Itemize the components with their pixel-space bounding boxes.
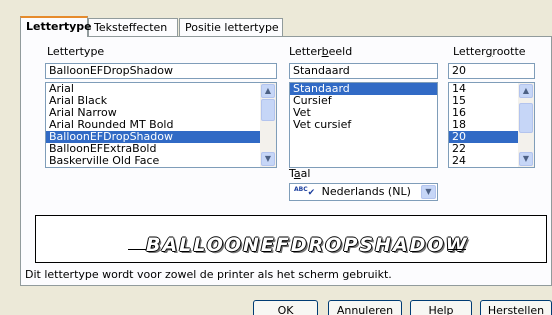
preview-text: BALLOONEFDROPSHADOW [146,234,469,256]
size-label: Lettergrootte [453,45,526,58]
list-item[interactable]: Vet cursief [290,119,437,131]
tab-positie-lettertype[interactable]: Positie lettertype [179,18,283,36]
reset-button[interactable]: Herstellen [480,300,552,315]
style-list-items: Standaard Cursief Vet Vet cursief [290,83,437,131]
font-label: Lettertype [47,45,105,58]
font-list[interactable]: Arial Arial Black Arial Narrow Arial Rounde… [45,82,277,168]
scroll-down-icon[interactable]: ▼ [261,152,275,166]
info-text: Dit lettertype wordt voor zowel de print… [25,268,392,281]
scroll-down-icon[interactable]: ▼ [519,152,533,166]
tab-teksteffecten[interactable]: Teksteffecten [88,18,178,36]
check-icon: ✔ [307,188,316,198]
scroll-thumb[interactable] [261,99,275,121]
language-select[interactable]: ABC✔ Nederlands (NL) ▼ [289,183,438,201]
baseline-right [448,249,466,250]
font-panel: Lettertype BalloonEFDropShadow Arial Aria… [20,36,552,286]
chevron-down-icon[interactable]: ▼ [421,185,436,199]
size-list-scrollbar[interactable]: ▲ ▼ [518,83,534,167]
scroll-up-icon[interactable]: ▲ [519,84,533,98]
cancel-button[interactable]: Annuleren [328,300,402,315]
style-label: Letterbeeld [289,45,353,58]
ok-button[interactable]: OK [253,300,318,315]
help-button[interactable]: Help [410,300,472,315]
language-label: Taal [289,167,311,180]
tab-lettertype[interactable]: Lettertype [20,16,92,37]
baseline-left [128,249,146,250]
font-preview: BALLOONEFDROPSHADOW [35,215,547,263]
language-value: Nederlands (NL) [321,185,411,198]
font-list-items: Arial Arial Black Arial Narrow Arial Rounde… [46,83,276,167]
style-list[interactable]: Standaard Cursief Vet Vet cursief [289,82,438,168]
list-item[interactable]: Baskerville Old Face [46,155,276,167]
style-field[interactable]: Standaard [289,63,438,79]
list-item[interactable]: Cursief [290,95,437,107]
font-list-scrollbar[interactable]: ▲ ▼ [260,83,276,167]
size-field[interactable]: 20 [448,63,535,79]
scroll-up-icon[interactable]: ▲ [261,84,275,98]
scroll-thumb[interactable] [519,103,533,133]
font-name-field[interactable]: BalloonEFDropShadow [45,63,277,79]
size-list[interactable]: 14 15 16 18 20 22 24 ▲ ▼ [448,82,535,168]
spellcheck-icon: ABC [294,186,308,193]
